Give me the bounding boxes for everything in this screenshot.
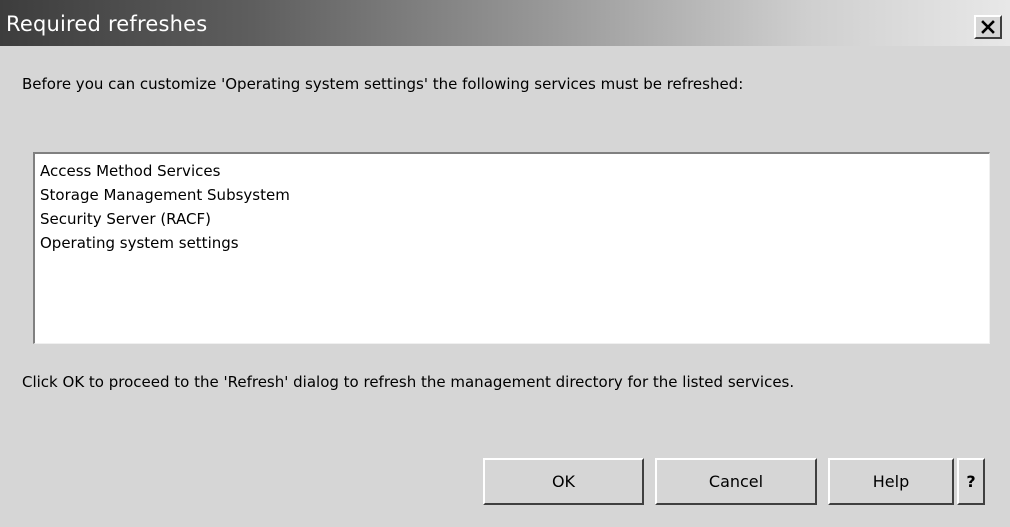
context-help-button[interactable]: ? [957, 458, 985, 505]
list-item[interactable]: Access Method Services [40, 159, 989, 183]
list-item[interactable]: Security Server (RACF) [40, 207, 989, 231]
cancel-button[interactable]: Cancel [655, 458, 817, 505]
list-item[interactable]: Operating system settings [40, 231, 989, 255]
outro-message: Click OK to proceed to the 'Refresh' dia… [22, 373, 795, 391]
help-button[interactable]: Help [828, 458, 954, 505]
title-bar[interactable]: Required refreshes [0, 0, 1010, 46]
ok-button[interactable]: OK [483, 458, 644, 505]
required-refreshes-dialog: Required refreshes Before you can custom… [0, 0, 1010, 527]
close-button[interactable] [974, 15, 1002, 39]
services-list[interactable]: Access Method Services Storage Managemen… [33, 152, 990, 344]
list-item[interactable]: Storage Management Subsystem [40, 183, 989, 207]
intro-message: Before you can customize 'Operating syst… [22, 75, 744, 93]
dialog-title: Required refreshes [6, 12, 208, 36]
close-icon [981, 20, 995, 34]
